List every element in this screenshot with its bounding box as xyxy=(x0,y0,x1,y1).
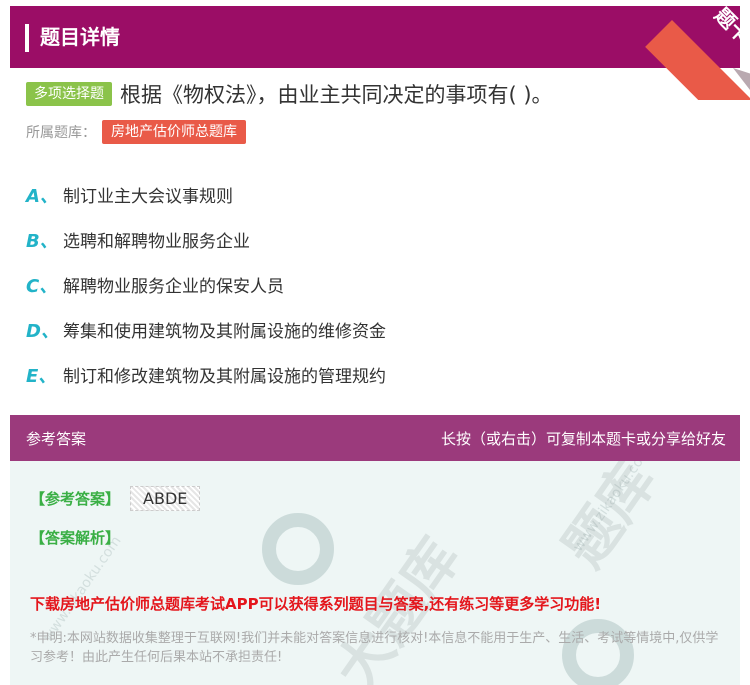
question-type-badge: 多项选择题 xyxy=(26,82,112,106)
options-list: A、 制订业主大会议事规则 B、 选聘和解聘物业服务企业 C、 解聘物业服务企业… xyxy=(26,172,726,397)
bank-tag[interactable]: 房地产估价师总题库 xyxy=(102,120,246,144)
option-letter: E、 xyxy=(26,365,57,387)
option-c[interactable]: C、 解聘物业服务企业的保安人员 xyxy=(26,262,726,307)
option-letter: A、 xyxy=(26,185,58,207)
app-promo-link[interactable]: 下载房地产估价师总题库考试APP可以获得系列题目与答案,还有练习等更多学习功能! xyxy=(30,593,601,614)
question-bank-line: 所属题库： 房地产估价师总题库 xyxy=(26,120,246,144)
option-e[interactable]: E、 制订和修改建筑物及其附属设施的管理规约 xyxy=(26,352,726,397)
analysis-label: 【答案解析】 xyxy=(30,529,121,547)
option-text: 制订业主大会议事规则 xyxy=(63,187,233,207)
bank-label: 所属题库： xyxy=(26,125,96,141)
option-b[interactable]: B、 选聘和解聘物业服务企业 xyxy=(26,217,726,262)
answer-value: ABDE xyxy=(130,486,201,511)
watermark-logo-icon xyxy=(262,513,334,585)
card-ribbon[interactable]: 题卡 xyxy=(620,0,750,100)
watermark-url-icon: www.zikaoku.com xyxy=(40,533,125,645)
answer-label: 【参考答案】 xyxy=(30,490,121,508)
answer-body: 大题库 题库 www.zikaoku.com www.zikaoku.com 【… xyxy=(10,461,740,685)
option-a[interactable]: A、 制订业主大会议事规则 xyxy=(26,172,726,217)
option-text: 解聘物业服务企业的保安人员 xyxy=(63,277,284,297)
answer-header: 参考答案 长按（或右击）可复制本题卡或分享给好友 xyxy=(10,415,740,461)
option-text: 选聘和解聘物业服务企业 xyxy=(63,232,250,252)
option-letter: C、 xyxy=(26,275,58,297)
option-text: 制订和修改建筑物及其附属设施的管理规约 xyxy=(63,367,386,387)
question-line: 多项选择题 根据《物权法》，由业主共同决定的事项有( )。 xyxy=(26,78,553,110)
header-accent-bar xyxy=(25,24,29,52)
answer-section-title: 参考答案 xyxy=(26,430,87,448)
disclaimer-text: *申明:本网站数据收集整理于互联网!我们并未能对答案信息进行核对!本信息不能用于… xyxy=(30,631,719,665)
question-text: 根据《物权法》，由业主共同决定的事项有( )。 xyxy=(120,83,553,107)
option-letter: D、 xyxy=(26,320,59,342)
answer-row: 【参考答案】 ABDE xyxy=(30,486,201,511)
option-text: 筹集和使用建筑物及其附属设施的维修资金 xyxy=(63,322,386,342)
copy-hint: 长按（或右击）可复制本题卡或分享给好友 xyxy=(440,430,726,448)
option-d[interactable]: D、 筹集和使用建筑物及其附属设施的维修资金 xyxy=(26,307,726,352)
page-title: 题目详情 xyxy=(40,25,120,49)
option-letter: B、 xyxy=(26,230,58,252)
